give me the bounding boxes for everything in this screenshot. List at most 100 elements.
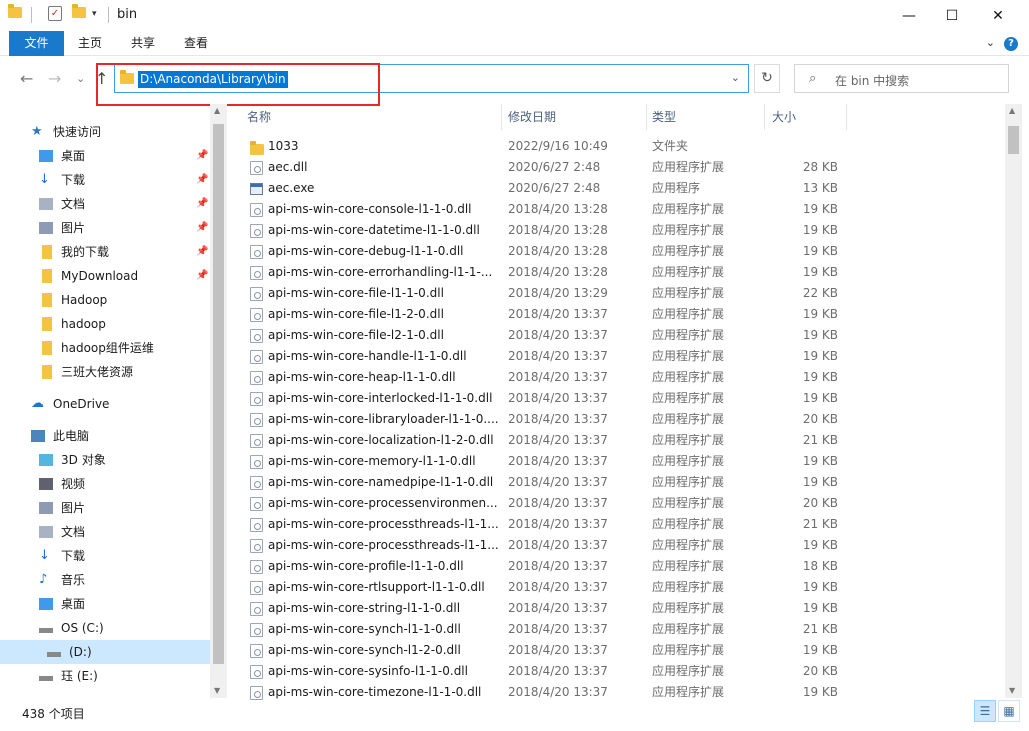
sidebar-item-label: hadoop组件运维 (61, 341, 154, 355)
file-date: 2018/4/20 13:28 (508, 244, 608, 258)
file-row[interactable]: api-ms-win-core-namedpipe-l1-1-0.dll 2018… (240, 472, 1000, 493)
sidebar-item[interactable]: 桌面 📌 (0, 144, 210, 168)
sidebar-item[interactable]: ↓ 下载 (0, 544, 210, 568)
customize-toolbar-icon[interactable]: ▾ (92, 9, 97, 19)
file-row[interactable]: api-ms-win-core-sysinfo-l1-1-0.dll 2018/4… (240, 661, 1000, 682)
sidebar-item[interactable]: 此电脑 (0, 424, 210, 448)
sidebar-item[interactable]: hadoop组件运维 (0, 336, 210, 360)
file-row[interactable]: api-ms-win-core-localization-l1-2-0.dll 2… (240, 430, 1000, 451)
file-row[interactable]: api-ms-win-core-synch-l1-2-0.dll 2018/4/2… (240, 640, 1000, 661)
file-date: 2018/4/20 13:37 (508, 664, 608, 678)
scroll-down-icon[interactable]: ▼ (214, 686, 220, 695)
sidebar-item[interactable]: 珏 (E:) (0, 664, 210, 688)
file-date: 2018/4/20 13:37 (508, 412, 608, 426)
sidebar-item[interactable]: 3D 对象 (0, 448, 210, 472)
properties-icon[interactable]: ✓ (48, 6, 62, 21)
file-row[interactable]: 1033 2022/9/16 10:49 文件夹 (240, 136, 1000, 157)
file-row[interactable]: api-ms-win-core-rtlsupport-l1-1-0.dll 201… (240, 577, 1000, 598)
file-size: 19 KB (802, 244, 838, 258)
file-row[interactable]: api-ms-win-core-memory-l1-1-0.dll 2018/4/… (240, 451, 1000, 472)
column-header-name[interactable]: 名称 (240, 104, 502, 130)
sidebar-item[interactable]: ♪ 音乐 (0, 568, 210, 592)
column-header-type[interactable]: 类型 (645, 104, 765, 130)
scroll-down-icon[interactable]: ▼ (1009, 686, 1015, 695)
sidebar-item[interactable]: 图片 📌 (0, 216, 210, 240)
sidebar-item[interactable]: ☁ OneDrive (0, 392, 210, 416)
sidebar-item[interactable]: ↓ 下载 📌 (0, 168, 210, 192)
folder-icon (42, 317, 52, 331)
tab-view[interactable]: 查看 (174, 31, 218, 56)
scroll-up-icon[interactable]: ▲ (214, 106, 220, 115)
close-button[interactable]: ✕ (975, 0, 1021, 31)
sidebar-item-label: 我的下载 (61, 245, 110, 259)
file-row[interactable]: api-ms-win-core-handle-l1-1-0.dll 2018/4/… (240, 346, 1000, 367)
tab-share[interactable]: 共享 (121, 31, 165, 56)
tab-file[interactable]: 文件 (9, 31, 64, 56)
file-row[interactable]: api-ms-win-core-libraryloader-l1-1-0....… (240, 409, 1000, 430)
file-row[interactable]: api-ms-win-core-processenvironmen... 2018… (240, 493, 1000, 514)
file-row[interactable]: api-ms-win-core-string-l1-1-0.dll 2018/4/… (240, 598, 1000, 619)
sidebar-item[interactable]: 三班大佬资源 (0, 360, 210, 384)
sidebar-item[interactable]: 文档 📌 (0, 192, 210, 216)
chevron-down-icon[interactable]: ⌄ (986, 36, 995, 49)
sidebar-item[interactable]: (D:) (0, 640, 210, 664)
tab-home[interactable]: 主页 (68, 31, 112, 56)
sidebar-item[interactable]: Hadoop (0, 288, 210, 312)
sidebar-item[interactable]: hadoop (0, 312, 210, 336)
chevron-down-icon[interactable]: ⌄ (731, 71, 740, 84)
pin-icon[interactable]: 📌 (196, 216, 208, 240)
maximize-button[interactable]: ☐ (929, 0, 975, 31)
pin-icon[interactable]: 📌 (196, 264, 208, 288)
file-row[interactable]: api-ms-win-core-synch-l1-1-0.dll 2018/4/2… (240, 619, 1000, 640)
refresh-button[interactable]: ↻ (754, 64, 780, 93)
back-button[interactable]: ← (20, 69, 33, 88)
file-type: 应用程序扩展 (652, 349, 725, 363)
details-view-button[interactable]: ☰ (974, 700, 996, 722)
pin-icon[interactable]: 📌 (196, 192, 208, 216)
file-row[interactable]: aec.exe 2020/6/27 2:48 应用程序 13 KB (240, 178, 1000, 199)
sidebar-item[interactable]: 视频 (0, 472, 210, 496)
scrollbar-thumb[interactable] (1008, 126, 1019, 154)
file-row[interactable]: api-ms-win-core-errorhandling-l1-1-... 20… (240, 262, 1000, 283)
file-row[interactable]: api-ms-win-core-processthreads-l1-1... 20… (240, 514, 1000, 535)
sidebar-item[interactable]: 文档 (0, 520, 210, 544)
pin-icon[interactable]: 📌 (196, 144, 208, 168)
dll-file-icon (250, 203, 263, 217)
file-row[interactable]: aec.dll 2020/6/27 2:48 应用程序扩展 28 KB (240, 157, 1000, 178)
sidebar-item[interactable]: MyDownload 📌 (0, 264, 210, 288)
sidebar-item[interactable]: ★ 快速访问 (0, 120, 210, 144)
sidebar-item-label: 下载 (61, 173, 86, 187)
file-row[interactable]: api-ms-win-core-file-l2-1-0.dll 2018/4/20… (240, 325, 1000, 346)
minimize-button[interactable]: — (886, 0, 932, 31)
forward-button[interactable]: → (48, 69, 61, 88)
column-header-date[interactable]: 修改日期 (501, 104, 647, 130)
new-folder-icon[interactable] (72, 4, 86, 21)
pin-icon[interactable]: 📌 (196, 240, 208, 264)
file-row[interactable]: api-ms-win-core-console-l1-1-0.dll 2018/4… (240, 199, 1000, 220)
file-row[interactable]: api-ms-win-core-processthreads-l1-1... 20… (240, 535, 1000, 556)
sidebar-item[interactable]: OS (C:) (0, 616, 210, 640)
file-row[interactable]: api-ms-win-core-debug-l1-1-0.dll 2018/4/2… (240, 241, 1000, 262)
large-icons-view-button[interactable]: ▦ (998, 700, 1020, 722)
search-input[interactable]: ⌕ 在 bin 中搜索 (794, 64, 1009, 93)
scroll-up-icon[interactable]: ▲ (1009, 106, 1015, 115)
file-list-scrollbar[interactable]: ▲ ▼ (1005, 104, 1022, 698)
pin-icon[interactable]: 📌 (196, 168, 208, 192)
file-row[interactable]: api-ms-win-core-datetime-l1-1-0.dll 2018/… (240, 220, 1000, 241)
file-row[interactable]: api-ms-win-core-profile-l1-1-0.dll 2018/4… (240, 556, 1000, 577)
file-row[interactable]: api-ms-win-core-file-l1-2-0.dll 2018/4/20… (240, 304, 1000, 325)
file-row[interactable]: api-ms-win-core-heap-l1-1-0.dll 2018/4/20… (240, 367, 1000, 388)
sidebar-item[interactable]: 我的下载 📌 (0, 240, 210, 264)
help-icon[interactable]: ? (1004, 37, 1018, 51)
column-header-size[interactable]: 大小 (765, 104, 847, 130)
recent-locations-icon[interactable]: ⌄ (76, 72, 85, 85)
file-row[interactable]: api-ms-win-core-file-l1-1-0.dll 2018/4/20… (240, 283, 1000, 304)
drive-icon (39, 628, 53, 633)
sidebar-item[interactable]: 桌面 (0, 592, 210, 616)
sidebar-item[interactable]: 图片 (0, 496, 210, 520)
file-type: 应用程序扩展 (652, 538, 725, 552)
scrollbar-thumb[interactable] (213, 124, 224, 664)
file-type: 应用程序扩展 (652, 307, 725, 321)
file-row[interactable]: api-ms-win-core-interlocked-l1-1-0.dll 20… (240, 388, 1000, 409)
sidebar-scrollbar[interactable]: ▲ ▼ (210, 104, 227, 698)
